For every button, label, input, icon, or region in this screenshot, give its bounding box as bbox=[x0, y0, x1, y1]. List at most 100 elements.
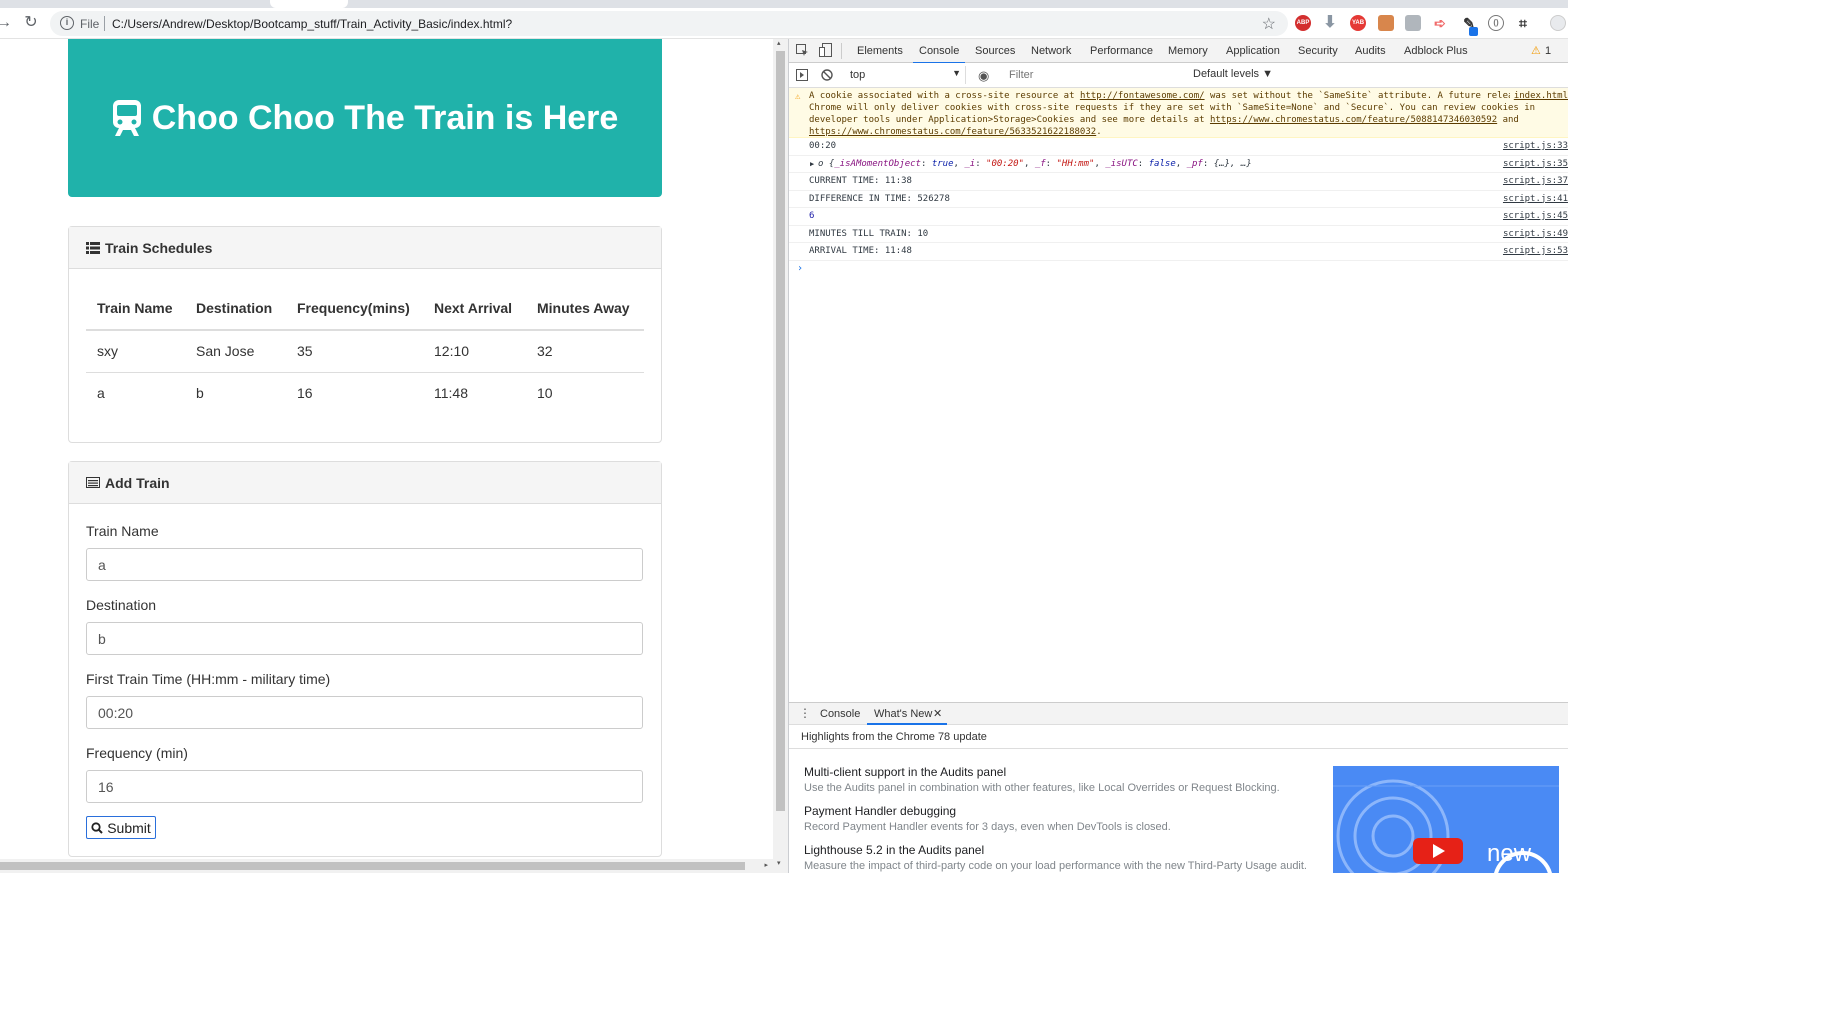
download-icon[interactable]: ⬇ bbox=[1322, 15, 1338, 31]
tab-security[interactable]: Security bbox=[1298, 45, 1338, 57]
panel-heading: Train Schedules bbox=[69, 227, 661, 269]
clear-console-icon[interactable] bbox=[821, 69, 833, 81]
console-object-line[interactable]: ▶ o {_isAMomentObject: true, _i: "00:20"… bbox=[789, 156, 1568, 173]
tab-strip bbox=[0, 0, 1568, 8]
panel-title: Train Schedules bbox=[105, 239, 213, 256]
info-icon[interactable]: i bbox=[60, 16, 74, 30]
warning-icon[interactable]: ⚠ bbox=[1531, 44, 1541, 57]
column-header: Train Name bbox=[86, 286, 185, 331]
first-train-time-input[interactable] bbox=[86, 696, 643, 729]
table-cell: a bbox=[97, 385, 105, 402]
warning-source-link[interactable]: index.html bbox=[1509, 90, 1568, 102]
log-text: DIFFERENCE IN TIME: 526278 bbox=[809, 193, 950, 204]
submit-label: Submit bbox=[107, 819, 151, 836]
scroll-down-icon[interactable]: ▾ bbox=[777, 859, 781, 867]
table-cell: 10 bbox=[537, 385, 553, 402]
drawer-tab-whats-new[interactable]: What's New bbox=[874, 708, 932, 720]
tab-performance[interactable]: Performance bbox=[1090, 45, 1153, 57]
vertical-scrollbar[interactable]: ▴ ▾ bbox=[773, 39, 788, 873]
reload-icon[interactable]: ↻ bbox=[21, 13, 41, 33]
log-source-link[interactable]: script.js:35 bbox=[1503, 156, 1568, 173]
warning-count[interactable]: 1 bbox=[1545, 45, 1551, 57]
forward-icon[interactable]: → bbox=[0, 13, 14, 33]
url-text[interactable]: C:/Users/Andrew/Desktop/Bootcamp_stuff/T… bbox=[112, 17, 512, 31]
column-header: Next Arrival bbox=[423, 286, 526, 331]
object-key: _isAMomentObject bbox=[834, 158, 921, 169]
browser-window: → ↻ i File C:/Users/Andrew/Desktop/Bootc… bbox=[0, 0, 1568, 873]
news-desc: Use the Audits panel in combination with… bbox=[804, 782, 1280, 794]
log-source-link[interactable]: script.js:41 bbox=[1503, 191, 1568, 208]
train-schedules-panel: Train Schedules Train Name Destination F… bbox=[68, 226, 662, 443]
tab-adblock-plus[interactable]: Adblock Plus bbox=[1404, 45, 1468, 57]
log-levels-dropdown[interactable]: Default levels ▼ bbox=[1193, 68, 1273, 80]
extension-gray-icon[interactable] bbox=[1405, 15, 1421, 31]
extension-face-icon[interactable] bbox=[1378, 15, 1394, 31]
bookmark-star-icon[interactable]: ☆ bbox=[1262, 14, 1276, 34]
scrollbar-thumb[interactable] bbox=[0, 862, 745, 870]
destination-input[interactable] bbox=[86, 622, 643, 655]
close-icon[interactable]: ✕ bbox=[933, 707, 942, 720]
column-header: Minutes Away bbox=[526, 286, 644, 331]
scroll-right-icon[interactable]: ▸ bbox=[764, 861, 768, 869]
context-selector[interactable]: top ▼ bbox=[842, 66, 966, 84]
object-value: "00:20" bbox=[986, 158, 1024, 169]
submit-button[interactable]: Submit bbox=[86, 816, 156, 839]
address-bar[interactable]: i File C:/Users/Andrew/Desktop/Bootcamp_… bbox=[50, 11, 1288, 36]
tab-network[interactable]: Network bbox=[1031, 45, 1071, 57]
news-item[interactable]: Lighthouse 5.2 in the Audits panel Measu… bbox=[804, 843, 1307, 872]
tab-separator bbox=[841, 43, 842, 59]
tab-application[interactable]: Application bbox=[1226, 45, 1280, 57]
news-title: Lighthouse 5.2 in the Audits panel bbox=[804, 843, 985, 857]
tab-console[interactable]: Console bbox=[912, 45, 966, 64]
frequency-input[interactable] bbox=[86, 770, 643, 803]
drawer-menu-icon[interactable]: ⋮ bbox=[799, 706, 811, 720]
table-cell: San Jose bbox=[185, 330, 286, 373]
first-train-time-label: First Train Time (HH:mm - military time) bbox=[86, 671, 331, 687]
drawer-subtitle: Highlights from the Chrome 78 update bbox=[789, 725, 1568, 749]
inspect-element-icon[interactable] bbox=[796, 44, 809, 57]
warning-link[interactable]: https://www.chromestatus.com/feature/563… bbox=[809, 127, 1096, 137]
youtube-blocker-icon[interactable]: YAB bbox=[1350, 15, 1366, 31]
whats-new-promo-image[interactable]: new bbox=[1333, 766, 1559, 873]
console-filter-input[interactable] bbox=[1004, 66, 1185, 84]
extension-crop-icon[interactable]: ⌗ bbox=[1515, 15, 1531, 31]
log-source-link[interactable]: script.js:53 bbox=[1503, 243, 1568, 260]
warning-link[interactable]: http://fontawesome.com/ bbox=[1080, 91, 1205, 101]
log-source-link[interactable]: script.js:37 bbox=[1503, 173, 1568, 190]
search-icon bbox=[91, 821, 103, 834]
table-cell: 35 bbox=[286, 330, 423, 373]
expand-triangle-icon[interactable]: ▶ bbox=[810, 156, 814, 173]
log-source-link[interactable]: script.js:45 bbox=[1503, 208, 1568, 225]
extension-circle-icon[interactable]: () bbox=[1488, 15, 1504, 31]
warning-text: . bbox=[1096, 127, 1102, 137]
eye-icon[interactable]: ◉ bbox=[978, 68, 989, 84]
console-prompt[interactable]: › bbox=[789, 261, 1568, 274]
frequency-label: Frequency (min) bbox=[86, 745, 188, 761]
warning-link[interactable]: https://www.chromestatus.com/feature/508… bbox=[1210, 115, 1497, 125]
news-item[interactable]: Multi-client support in the Audits panel… bbox=[804, 765, 1280, 794]
table-cell: sxy bbox=[86, 330, 185, 373]
tab-audits[interactable]: Audits bbox=[1355, 45, 1386, 57]
log-text: 00:20 bbox=[809, 141, 837, 151]
object-value: "HH:mm" bbox=[1056, 158, 1095, 169]
log-source-link[interactable]: script.js:33 bbox=[1503, 138, 1568, 155]
extension-badge-icon bbox=[1469, 27, 1478, 36]
form-icon bbox=[86, 477, 100, 488]
tab-memory[interactable]: Memory bbox=[1168, 45, 1208, 57]
adblock-plus-icon[interactable]: ABP bbox=[1295, 15, 1311, 31]
active-tab[interactable] bbox=[270, 0, 348, 8]
tab-sources[interactable]: Sources bbox=[975, 45, 1015, 57]
tab-elements[interactable]: Elements bbox=[857, 45, 903, 57]
device-toolbar-icon[interactable] bbox=[819, 43, 832, 57]
train-name-input[interactable] bbox=[86, 548, 643, 581]
log-source-link[interactable]: script.js:49 bbox=[1503, 226, 1568, 243]
horizontal-scrollbar[interactable]: ▸ bbox=[0, 859, 773, 873]
sidebar-toggle-icon[interactable] bbox=[796, 69, 808, 81]
scrollbar-thumb[interactable] bbox=[776, 51, 785, 811]
news-item[interactable]: Payment Handler debugging Record Payment… bbox=[804, 804, 1171, 833]
scroll-up-icon[interactable]: ▴ bbox=[777, 39, 781, 47]
profile-avatar[interactable] bbox=[1550, 15, 1566, 31]
drawer-tab-console[interactable]: Console bbox=[820, 708, 860, 720]
extension-arrow-icon[interactable]: ➪ bbox=[1432, 15, 1448, 31]
destination-label: Destination bbox=[86, 597, 157, 613]
